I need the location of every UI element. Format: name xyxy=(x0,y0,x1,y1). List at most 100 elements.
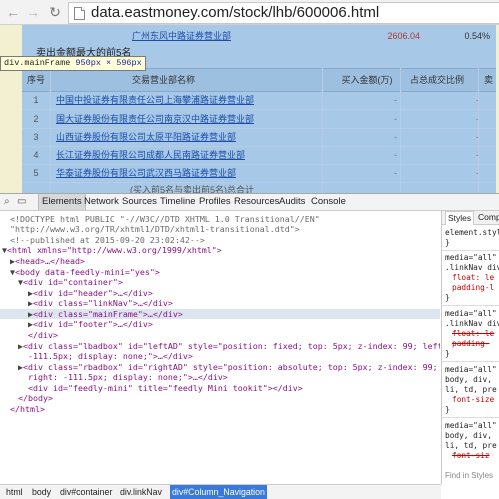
dom-text: <html xmlns="http://www.w3.org/1999/xhtm… xyxy=(7,245,222,255)
dom-node[interactable]: ▶<div class="rbadbox" id="rightAD" style… xyxy=(18,362,438,372)
dom-node[interactable]: </div> xyxy=(28,330,58,340)
buy-value: - xyxy=(394,95,397,105)
dom-node[interactable]: "http://www.w3.org/TR/xhtml1/DTD/xhtml1-… xyxy=(10,224,300,234)
dom-node[interactable]: <!DOCTYPE html PUBLIC "-//W3C//DTD XHTML… xyxy=(10,214,320,224)
dom-node-selected[interactable]: ▶<div class="mainFrame">…</div> xyxy=(0,309,440,319)
dom-text: <!--published at 2015-09-20 23:02:42--> xyxy=(10,235,205,245)
style-divider xyxy=(442,250,499,251)
page-margin-left xyxy=(0,25,22,193)
dom-node[interactable]: -111.5px; display: none;">…</div> xyxy=(28,351,193,361)
page-icon xyxy=(74,7,85,20)
dom-text: <body data-feedly-mini="yes"> xyxy=(15,267,160,277)
buy-value: - xyxy=(394,114,397,124)
row-index: 5 xyxy=(33,168,39,178)
style-rule-line: body, div, xyxy=(445,431,492,440)
tab-resources[interactable]: Resources xyxy=(234,194,279,210)
find-in-styles-input[interactable]: Find in Styles xyxy=(445,471,493,481)
style-property[interactable]: float: le xyxy=(452,273,494,283)
tab-elements[interactable]: Elements xyxy=(38,194,86,210)
tab-timeline[interactable]: Timeline xyxy=(160,194,196,210)
dom-node[interactable]: ▶<head>…</head> xyxy=(10,256,85,266)
dom-text: <div id="header">…</div> xyxy=(33,288,153,298)
broker-link[interactable]: 华泰证券股份有限公司武汉西马路证券营业部 xyxy=(56,164,236,182)
address-bar[interactable]: data.eastmoney.com/stock/lhb/600006.html xyxy=(68,2,499,24)
row-index: 2 xyxy=(33,114,39,124)
dom-node[interactable]: ▶<div class="lbadbox" id="leftAD" style=… xyxy=(18,341,440,351)
dom-text: </body> xyxy=(18,393,53,403)
header-sell: 卖 xyxy=(484,75,494,85)
dom-tree: <!DOCTYPE html PUBLIC "-//W3C//DTD XHTML… xyxy=(0,211,440,484)
tab-network[interactable]: Network xyxy=(84,194,119,210)
tooltip-selector: div.mainFrame xyxy=(4,58,71,68)
style-rule-line: } xyxy=(445,349,450,358)
tab-styles[interactable]: Styles xyxy=(445,211,475,225)
style-rule-line: .linkNav div xyxy=(445,263,499,272)
broker-link[interactable]: 国大证券股份有限责任公司南京汉中路证券营业部 xyxy=(56,110,254,128)
dom-node[interactable]: <!--published at 2015-09-20 23:02:42--> xyxy=(10,235,205,245)
style-property-overridden[interactable]: float: le xyxy=(452,329,494,339)
table-row: 广州东风中路证券营业部 2606.04 0.54% xyxy=(22,27,496,45)
tab-sources[interactable]: Sources xyxy=(122,194,157,210)
devtools-panel: ⌕ ▭ Elements Network Sources Timeline Pr… xyxy=(0,193,499,499)
table-header: 序号 交易营业部名称 买入金额(万) 占总成交比例 卖 xyxy=(22,68,496,92)
tab-audits[interactable]: Audits xyxy=(279,194,305,210)
style-rule-line: element.styl xyxy=(445,228,499,237)
search-icon[interactable]: ⌕ xyxy=(4,196,10,208)
back-arrow-icon[interactable]: ← xyxy=(4,3,22,21)
dom-node[interactable]: </html> xyxy=(10,404,45,414)
style-property[interactable]: padding-l xyxy=(452,283,494,293)
dom-node[interactable]: ▼<div id="container"> xyxy=(18,277,123,287)
dom-node[interactable]: ▼<html xmlns="http://www.w3.org/1999/xht… xyxy=(2,245,222,255)
row-index: 3 xyxy=(33,132,39,142)
dom-text: <!DOCTYPE html PUBLIC "-//W3C//DTD XHTML… xyxy=(10,214,320,224)
buy-value: - xyxy=(394,168,397,178)
reload-icon[interactable]: ↻ xyxy=(46,3,64,21)
dom-node[interactable]: ▶<div class="linkNav">…</div> xyxy=(28,298,173,308)
dom-node[interactable]: ▼<body data-feedly-mini="yes"> xyxy=(10,267,160,277)
broker-link[interactable]: 广州东风中路证券营业部 xyxy=(132,27,231,45)
broker-link[interactable]: 长江证券股份有限公司成都人民南路证券营业部 xyxy=(56,146,245,164)
dom-node[interactable]: </body> xyxy=(18,393,53,403)
style-rule-line: li, td, pre xyxy=(445,385,497,394)
dom-node[interactable]: <div id="feedly-mini" title="feedly Mini… xyxy=(28,383,303,393)
device-icon[interactable]: ▭ xyxy=(17,196,26,208)
dom-node[interactable]: right: -111.5px; display: none;">…</div> xyxy=(28,372,228,382)
header-name: 交易营业部名称 xyxy=(132,75,196,85)
devtools-toolbar: ⌕ ▭ Elements Network Sources Timeline Pr… xyxy=(0,194,499,211)
table-row: 3 山西证券股份有限公司太原平阳路证券营业部 - - xyxy=(22,128,496,147)
ratio-value: 0.54% xyxy=(464,31,490,41)
style-rule-line: li, td, pre xyxy=(445,441,497,450)
dom-text: <head>…</head> xyxy=(15,256,85,266)
forward-arrow-icon[interactable]: → xyxy=(24,3,42,21)
dom-text: <div class="rbadbox" id="rightAD" style=… xyxy=(23,362,438,372)
dom-text: -111.5px; display: none;">…</div> xyxy=(28,351,193,361)
table-row: 2 国大证券股份有限责任公司南京汉中路证券营业部 - - xyxy=(22,110,496,129)
dom-node[interactable]: ▶<div id="footer">…</div> xyxy=(28,319,153,329)
style-property-overridden[interactable]: padding- xyxy=(452,339,490,349)
dom-text: <div id="footer">…</div> xyxy=(33,319,153,329)
column-divider xyxy=(478,68,479,193)
dom-node[interactable]: ▶<div id="header">…</div> xyxy=(28,288,153,298)
buy-value: - xyxy=(394,132,397,142)
column-divider xyxy=(50,68,51,193)
style-property[interactable]: font-size xyxy=(452,395,494,405)
table-footnote: (买入前5名与卖出前5名)总合计 xyxy=(130,185,255,193)
style-property-overridden[interactable]: font-siz xyxy=(452,451,490,461)
column-divider xyxy=(322,68,323,193)
url-text[interactable]: data.eastmoney.com/stock/lhb/600006.html xyxy=(91,4,379,22)
tab-profiles[interactable]: Profiles xyxy=(199,194,231,210)
style-rule-line: body, div, xyxy=(445,375,492,384)
broker-link[interactable]: 中国中投证券有限责任公司上海攀浦路证券营业部 xyxy=(56,91,254,109)
element-size-tooltip: div.mainFrame 950px × 596px xyxy=(0,56,146,71)
tab-computed[interactable]: Comp xyxy=(476,211,499,224)
browser-toolbar: ← → ↻ data.eastmoney.com/stock/lhb/60000… xyxy=(0,0,499,25)
tab-console[interactable]: Console xyxy=(311,194,346,210)
dom-text: <div id="container"> xyxy=(23,277,123,287)
dom-text: "http://www.w3.org/TR/xhtml1/DTD/xhtml1-… xyxy=(10,224,300,234)
tooltip-size: 950px × 596px xyxy=(75,58,142,68)
style-divider xyxy=(442,305,499,306)
style-rule-line: media="all" xyxy=(445,421,497,430)
page-viewport: 广州东风中路证券营业部 2606.04 0.54% 卖出金额最大的前5名 序号 … xyxy=(0,25,499,193)
broker-link[interactable]: 山西证券股份有限公司太原平阳路证券营业部 xyxy=(56,128,236,146)
table-row: 4 长江证券股份有限公司成都人民南路证券营业部 - - xyxy=(22,146,496,165)
